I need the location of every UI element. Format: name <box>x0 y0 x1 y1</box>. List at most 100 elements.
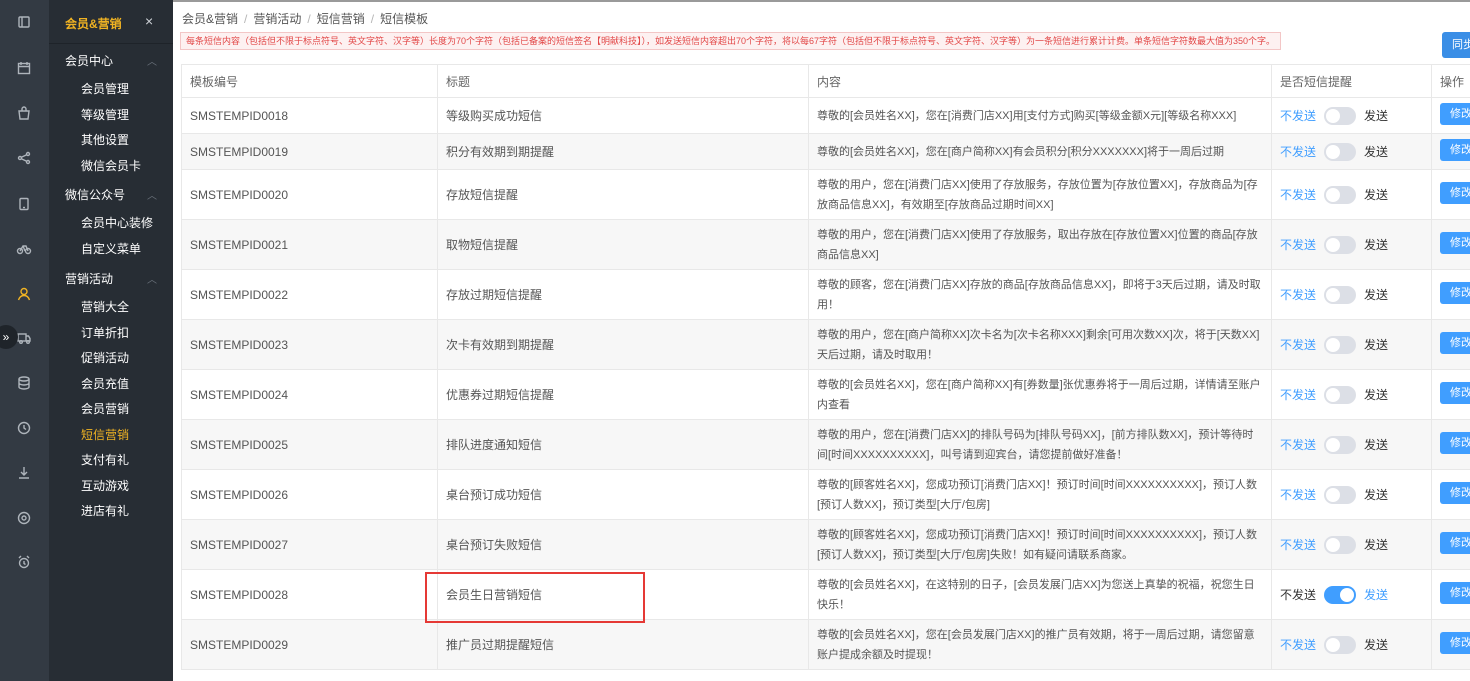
menu-item[interactable]: 等级管理 <box>81 106 129 123</box>
edit-button[interactable]: 修改 <box>1440 632 1470 654</box>
menu-item[interactable]: 短信营销 <box>81 426 129 443</box>
menu-item[interactable]: 营销大全 <box>81 298 129 315</box>
toggle-on-label: 发送 <box>1364 109 1389 123</box>
table-row: SMSTEMPID0029 推广员过期提醒短信 尊敬的[会员姓名XX]，您在[会员发… <box>181 619 1470 670</box>
sms-toggle[interactable]: 不发送 发送 <box>1280 106 1423 125</box>
bag-icon[interactable] <box>16 105 32 121</box>
toggle-switch[interactable] <box>1324 142 1357 161</box>
template-id-cell: SMSTEMPID0027 <box>181 519 438 570</box>
toggle-switch[interactable] <box>1324 435 1357 454</box>
download-icon[interactable] <box>16 465 32 481</box>
menu-item[interactable]: 会员管理 <box>81 80 129 97</box>
toggle-switch[interactable] <box>1324 585 1357 604</box>
edit-button[interactable]: 修改 <box>1440 432 1470 454</box>
sms-toggle[interactable]: 不发送 发送 <box>1280 485 1423 504</box>
sync-button[interactable]: 同步 <box>1442 32 1470 58</box>
menu-group-label[interactable]: 营销活动 <box>65 270 113 287</box>
truck-icon[interactable] <box>16 330 32 346</box>
close-icon[interactable]: × <box>145 13 153 29</box>
sms-toggle[interactable]: 不发送 发送 <box>1280 435 1423 454</box>
settings-icon[interactable] <box>16 510 32 526</box>
breadcrumb-item[interactable]: 营销活动 <box>253 12 301 26</box>
edit-button[interactable]: 修改 <box>1440 382 1470 404</box>
template-content-cell: 尊敬的[会员姓名XX]，您在[消费门店XX]用[支付方式]购买[等级金额X元][… <box>808 97 1272 134</box>
sms-toggle[interactable]: 不发送 发送 <box>1280 235 1423 254</box>
edit-button[interactable]: 修改 <box>1440 582 1470 604</box>
chevron-up-icon[interactable]: ︿ <box>147 53 157 68</box>
sms-toggle[interactable]: 不发送 发送 <box>1280 142 1423 161</box>
menu-item[interactable]: 微信会员卡 <box>81 157 141 174</box>
toggle-on-label: 发送 <box>1364 145 1389 159</box>
toggle-switch[interactable] <box>1324 185 1357 204</box>
template-title-cell: 次卡有效期到期提醒 <box>437 319 809 370</box>
dashboard-icon[interactable] <box>16 14 32 30</box>
toggle-switch[interactable] <box>1324 106 1357 125</box>
sms-toggle[interactable]: 不发送 发送 <box>1280 535 1423 554</box>
template-content-cell: 尊敬的用户，您在[商户简称XX]次卡名为[次卡名称XXX]剩余[可用次数XX]次… <box>808 319 1272 370</box>
edit-button[interactable]: 修改 <box>1440 103 1470 125</box>
edit-button[interactable]: 修改 <box>1440 232 1470 254</box>
toggle-switch[interactable] <box>1324 285 1357 304</box>
edit-button[interactable]: 修改 <box>1440 482 1470 504</box>
toggle-switch[interactable] <box>1324 335 1357 354</box>
sms-toggle[interactable]: 不发送 发送 <box>1280 185 1423 204</box>
bike-icon[interactable] <box>16 240 32 256</box>
sms-remind-cell: 不发送 发送 <box>1271 219 1432 270</box>
tablet-icon[interactable] <box>16 196 32 212</box>
menu-item[interactable]: 促销活动 <box>81 349 129 366</box>
toggle-off-label: 不发送 <box>1280 288 1317 302</box>
user-icon[interactable] <box>16 286 32 302</box>
toggle-switch[interactable] <box>1324 385 1357 404</box>
edit-button[interactable]: 修改 <box>1440 182 1470 204</box>
action-cell: 修改 <box>1431 97 1470 134</box>
menu-item[interactable]: 会员充值 <box>81 375 129 392</box>
sms-toggle[interactable]: 不发送 发送 <box>1280 585 1423 604</box>
action-cell: 修改 <box>1431 319 1470 370</box>
menu-item[interactable]: 支付有礼 <box>81 451 129 468</box>
calendar-icon[interactable] <box>16 60 32 76</box>
toggle-switch[interactable] <box>1324 635 1357 654</box>
menu-item[interactable]: 进店有礼 <box>81 502 129 519</box>
menu-item[interactable]: 自定义菜单 <box>81 240 141 257</box>
template-title-cell: 优惠券过期短信提醒 <box>437 369 809 420</box>
toggle-switch[interactable] <box>1324 235 1357 254</box>
action-cell: 修改 <box>1431 419 1470 470</box>
sms-toggle[interactable]: 不发送 发送 <box>1280 285 1423 304</box>
toggle-switch[interactable] <box>1324 485 1357 504</box>
template-id-cell: SMSTEMPID0024 <box>181 369 438 420</box>
table-row: SMSTEMPID0018 等级购买成功短信 尊敬的[会员姓名XX]，您在[消费门店… <box>181 97 1470 134</box>
menu-group-label[interactable]: 会员中心 <box>65 52 113 69</box>
edit-button[interactable]: 修改 <box>1440 332 1470 354</box>
menu-item[interactable]: 会员营销 <box>81 400 129 417</box>
edit-button[interactable]: 修改 <box>1440 532 1470 554</box>
breadcrumb-item[interactable]: 会员&营销 <box>182 12 238 26</box>
sms-toggle[interactable]: 不发送 发送 <box>1280 385 1423 404</box>
menu-item[interactable]: 会员中心装修 <box>81 214 153 231</box>
menu-group-label[interactable]: 微信公众号 <box>65 186 125 203</box>
edit-button[interactable]: 修改 <box>1440 282 1470 304</box>
toggle-on-label: 发送 <box>1364 538 1389 552</box>
template-title-cell: 存放过期短信提醒 <box>437 269 809 320</box>
chevron-up-icon[interactable]: ︿ <box>147 271 157 286</box>
sms-remind-cell: 不发送 发送 <box>1271 97 1432 134</box>
menu-item[interactable]: 互动游戏 <box>81 477 129 494</box>
alarm-icon[interactable] <box>16 554 32 570</box>
toggle-off-label: 不发送 <box>1280 145 1317 159</box>
template-title-cell: 桌台预订成功短信 <box>437 469 809 520</box>
chevron-up-icon[interactable]: ︿ <box>147 187 157 202</box>
sms-remind-cell: 不发送 发送 <box>1271 469 1432 520</box>
share-icon[interactable] <box>16 150 32 166</box>
toggle-switch[interactable] <box>1324 535 1357 554</box>
template-id-cell: SMSTEMPID0025 <box>181 419 438 470</box>
edit-button[interactable]: 修改 <box>1440 139 1470 161</box>
sms-toggle[interactable]: 不发送 发送 <box>1280 335 1423 354</box>
database-icon[interactable] <box>16 375 32 391</box>
breadcrumb-item: 短信模板 <box>380 12 429 26</box>
menu-item[interactable]: 其他设置 <box>81 131 129 148</box>
template-title-cell: 排队进度通知短信 <box>437 419 809 470</box>
menu-header: 会员&营销 × <box>49 0 173 44</box>
clock-icon[interactable] <box>16 420 32 436</box>
menu-item[interactable]: 订单折扣 <box>81 324 129 341</box>
sms-toggle[interactable]: 不发送 发送 <box>1280 635 1423 654</box>
breadcrumb-item[interactable]: 短信营销 <box>317 12 365 26</box>
